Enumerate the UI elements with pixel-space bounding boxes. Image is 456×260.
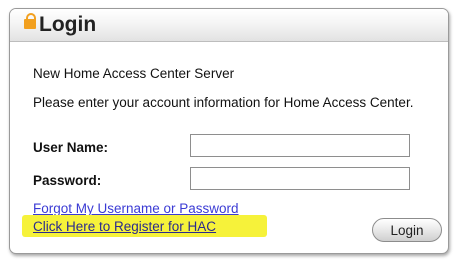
password-field[interactable] [190,167,410,190]
password-label: Password: [33,173,102,188]
username-label: User Name: [33,140,109,155]
username-field[interactable] [190,134,410,157]
panel-header: Login [10,9,448,42]
lock-icon [24,13,36,29]
panel-title: Login [39,13,97,36]
server-text: New Home Access Center Server [33,66,235,81]
login-panel: Login New Home Access Center Server Plea… [9,8,449,254]
instructions-text: Please enter your account information fo… [33,95,414,110]
login-button[interactable]: Login [372,218,442,242]
forgot-credentials-link[interactable]: Forgot My Username or Password [33,201,239,216]
register-link[interactable]: Click Here to Register for HAC [33,219,216,234]
